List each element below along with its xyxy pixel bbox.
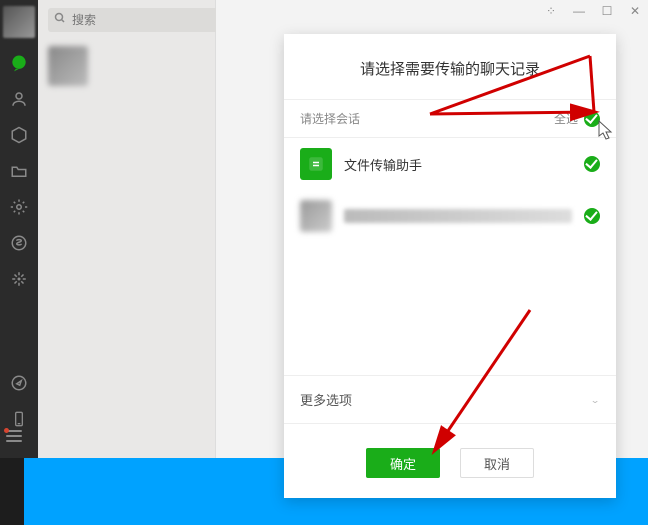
window-controls: ⁘ — ☐ ✕	[544, 4, 642, 18]
miniprogram-icon[interactable]	[8, 232, 30, 254]
discover-icon[interactable]	[8, 372, 30, 394]
file-transfer-icon	[300, 148, 332, 180]
chat-list-panel: ＋	[38, 0, 216, 458]
minimize-icon[interactable]: —	[572, 4, 586, 18]
more-options-row[interactable]: 更多选项 ⌄	[284, 375, 616, 424]
chat-list-item[interactable]	[48, 46, 88, 86]
files-icon[interactable]	[8, 160, 30, 182]
conversation-name-blurred	[344, 209, 572, 223]
more-options-label: 更多选项	[300, 390, 352, 409]
notification-dot	[4, 428, 9, 433]
nav-sidebar	[0, 0, 38, 458]
close-icon[interactable]: ✕	[628, 4, 642, 18]
phone-icon[interactable]	[8, 408, 30, 430]
section-label: 请选择会话	[300, 110, 360, 127]
cancel-button[interactable]: 取消	[460, 448, 534, 478]
conversation-name: 文件传输助手	[344, 155, 572, 174]
button-row: 确定 取消	[284, 424, 616, 498]
confirm-button[interactable]: 确定	[366, 448, 440, 478]
search-input[interactable]	[48, 8, 235, 32]
avatar-blurred	[300, 200, 332, 232]
favorites-icon[interactable]	[8, 124, 30, 146]
conversation-item[interactable]	[284, 190, 616, 242]
check-icon	[584, 156, 600, 172]
pin-icon[interactable]: ⁘	[544, 4, 558, 18]
moments-icon[interactable]	[8, 268, 30, 290]
conversation-list: 文件传输助手	[284, 138, 616, 242]
select-all-label: 全选	[554, 110, 578, 127]
chat-icon[interactable]	[8, 52, 30, 74]
search-icon	[54, 12, 66, 27]
transfer-modal: 请选择需要传输的聊天记录 请选择会话 全选 文件传输助手 更多选项 ⌄ 确定 取…	[284, 34, 616, 498]
conversation-item[interactable]: 文件传输助手	[284, 138, 616, 190]
check-icon	[584, 208, 600, 224]
settings-icon[interactable]	[8, 196, 30, 218]
select-all-toggle[interactable]: 全选	[554, 110, 600, 127]
chevron-down-icon: ⌄	[590, 395, 600, 405]
check-icon	[584, 111, 600, 127]
user-avatar[interactable]	[3, 6, 35, 38]
contacts-icon[interactable]	[8, 88, 30, 110]
maximize-icon[interactable]: ☐	[600, 4, 614, 18]
modal-title: 请选择需要传输的聊天记录	[284, 34, 616, 99]
section-header: 请选择会话 全选	[284, 99, 616, 138]
